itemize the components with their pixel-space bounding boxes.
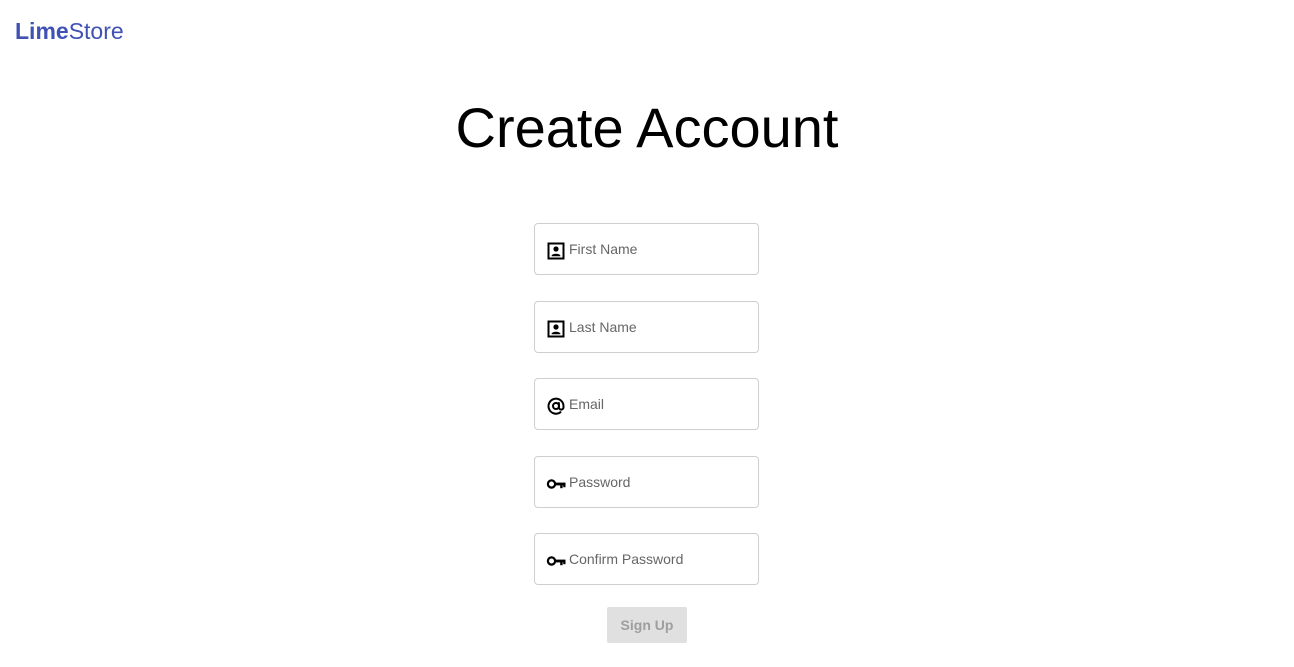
last-name-field-container[interactable] <box>534 301 759 353</box>
signup-page: LimeStore Create Account First Name Last… <box>0 0 1294 667</box>
first-name-input[interactable] <box>569 224 749 274</box>
key-icon <box>546 551 566 571</box>
at-sign-icon <box>546 396 566 416</box>
key-icon <box>546 474 566 494</box>
brand-logo[interactable]: LimeStore <box>15 16 124 46</box>
page-title: Create Account <box>455 96 839 159</box>
sign-up-button[interactable]: Sign Up <box>607 607 687 643</box>
last-name-input[interactable] <box>569 302 749 352</box>
password-input[interactable] <box>569 457 749 507</box>
brand-name-regular: Store <box>68 18 124 44</box>
email-input[interactable] <box>569 379 749 429</box>
confirm-password-input[interactable] <box>569 534 749 584</box>
email-field-container[interactable] <box>534 378 759 430</box>
contact-card-icon <box>546 241 566 261</box>
brand-name-bold: Lime <box>15 18 69 44</box>
password-field-container[interactable] <box>534 456 759 508</box>
contact-card-icon <box>546 319 566 339</box>
first-name-field-container[interactable] <box>534 223 759 275</box>
confirm-password-field-container[interactable] <box>534 533 759 585</box>
